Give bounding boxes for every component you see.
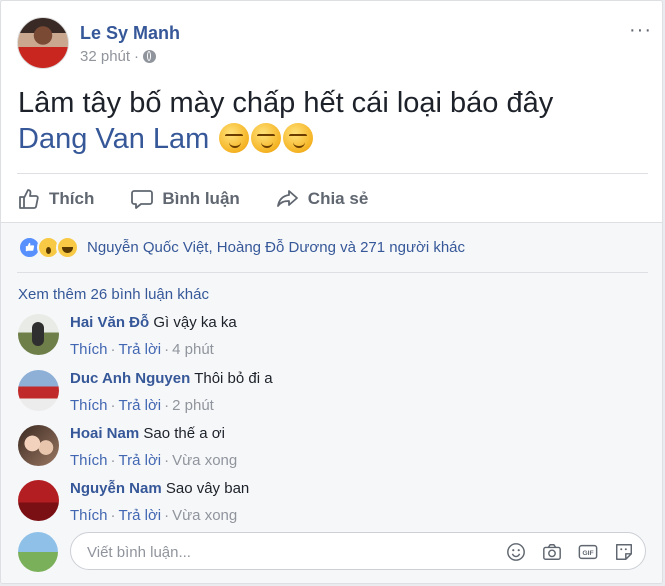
comment-body: Hai Văn Đỗ Gì vậy ka ka Thích · Trả lời · 4 … <box>70 314 237 358</box>
mention-link[interactable]: Dang Van Lam <box>18 123 209 155</box>
emoji-icon[interactable] <box>505 541 527 563</box>
comment-text: Gì vậy ka ka <box>153 314 237 331</box>
author-avatar[interactable] <box>17 17 69 69</box>
divider <box>17 272 648 273</box>
gif-icon[interactable]: GIF <box>577 541 599 563</box>
post-text: Lâm tây bố mày chấp hết cái loại báo đây… <box>18 85 648 157</box>
comment-actions: Thích · Trả lời · Vừa xong <box>70 507 249 524</box>
post-actions: Thích Bình luận Chia sẻ <box>17 183 648 215</box>
comment-line: Hoai Nam Sao thế a ơi <box>70 425 237 442</box>
camera-icon[interactable] <box>541 541 563 563</box>
comment-button[interactable]: Bình luận <box>130 183 240 215</box>
commenter-avatar[interactable] <box>18 425 59 466</box>
speech-bubble-icon <box>131 190 154 209</box>
share-button[interactable]: Chia sẻ <box>276 183 368 215</box>
emoji-group <box>217 123 314 155</box>
divider <box>17 173 648 174</box>
smirk-emoji-icon <box>251 123 282 153</box>
commenter-avatar[interactable] <box>18 480 59 521</box>
post-header: Le Sy Manh 32 phút · ··· <box>17 15 652 71</box>
more-options-icon[interactable]: ··· <box>629 19 652 42</box>
commenter-avatar[interactable] <box>18 370 59 411</box>
comment-item: Nguyễn Nam Sao vây ban Thích · Trả lời · Vừa… <box>18 480 648 530</box>
meta-separator: · <box>134 48 140 65</box>
comment-like-link[interactable]: Thích <box>70 507 108 524</box>
comment-line: Hai Văn Đỗ Gì vậy ka ka <box>70 314 237 331</box>
comment-item: Hoai Nam Sao thế a ơi Thích · Trả lời · Vừa … <box>18 425 648 475</box>
reactions-summary[interactable]: Nguyễn Quốc Việt, Hoàng Đỗ Dương và 271 … <box>18 235 465 259</box>
comment-reply-link[interactable]: Trả lời <box>119 507 162 524</box>
comment-input[interactable] <box>85 539 489 565</box>
comment-time[interactable]: 2 phút <box>172 397 214 414</box>
comment-body: Nguyễn Nam Sao vây ban Thích · Trả lời · Vừa… <box>70 480 249 524</box>
dot-separator: · <box>164 341 170 358</box>
commenter-name[interactable]: Hoai Nam <box>70 425 139 442</box>
comment-reply-link[interactable]: Trả lời <box>119 397 162 414</box>
comment-like-link[interactable]: Thích <box>70 341 108 358</box>
comment-actions: Thích · Trả lời · 4 phút <box>70 341 237 358</box>
comment-reply-link[interactable]: Trả lời <box>119 452 162 469</box>
comment-composer: GIF <box>18 530 648 574</box>
comment-like-link[interactable]: Thích <box>70 452 108 469</box>
smirk-emoji-icon <box>283 123 314 153</box>
sticker-icon[interactable] <box>613 541 635 563</box>
gif-label: GIF <box>582 550 593 557</box>
author-name[interactable]: Le Sy Manh <box>80 23 180 44</box>
dot-separator: · <box>110 397 116 414</box>
comment-item: Duc Anh Nguyen Thôi bỏ đi a Thích · Trả lờ… <box>18 370 648 420</box>
smirk-emoji-icon <box>219 123 250 153</box>
comment-time[interactable]: Vừa xong <box>172 507 237 524</box>
commenter-name[interactable]: Duc Anh Nguyen <box>70 370 190 387</box>
comment-text: Thôi bỏ đi a <box>194 370 273 387</box>
like-label: Thích <box>49 189 95 208</box>
comment-reply-link[interactable]: Trả lời <box>119 341 162 358</box>
post-time[interactable]: 32 phút <box>80 48 130 65</box>
comment-body: Hoai Nam Sao thế a ơi Thích · Trả lời · Vừa … <box>70 425 237 469</box>
post-card: Le Sy Manh 32 phút · ··· Lâm tây bố mày … <box>0 0 663 584</box>
comment-line: Duc Anh Nguyen Thôi bỏ đi a <box>70 370 273 387</box>
current-user-avatar <box>18 532 58 572</box>
like-button[interactable]: Thích <box>17 183 94 215</box>
globe-icon[interactable] <box>143 50 157 63</box>
view-more-comments-link[interactable]: Xem thêm 26 bình luận khác <box>18 286 209 303</box>
comment-actions: Thích · Trả lời · 2 phút <box>70 397 273 414</box>
dot-separator: · <box>164 452 170 469</box>
comment-actions: Thích · Trả lời · Vừa xong <box>70 452 237 469</box>
comment-line: Nguyễn Nam Sao vây ban <box>70 480 249 497</box>
comment-text: Sao thế a ơi <box>143 425 225 442</box>
comment-input-box[interactable]: GIF <box>70 532 646 570</box>
comment-like-link[interactable]: Thích <box>70 397 108 414</box>
dot-separator: · <box>110 341 116 358</box>
comment-label: Bình luận <box>162 189 240 208</box>
commenter-name[interactable]: Hai Văn Đỗ <box>70 314 149 331</box>
dot-separator: · <box>110 507 116 524</box>
dot-separator: · <box>164 397 170 414</box>
share-label: Chia sẻ <box>307 189 369 208</box>
post-meta: 32 phút · <box>80 48 157 65</box>
composer-tools: GIF <box>505 541 635 563</box>
thumbs-up-icon <box>19 189 39 209</box>
comment-text: Sao vây ban <box>165 480 250 497</box>
dot-separator: · <box>164 507 170 524</box>
reactions-text[interactable]: Nguyễn Quốc Việt, Hoàng Đỗ Dương và 271 … <box>87 239 465 256</box>
post-text-mention-line: Dang Van Lam <box>18 121 648 157</box>
comment-item: Hai Văn Đỗ Gì vậy ka ka Thích · Trả lời · 4 … <box>18 314 648 364</box>
comment-time[interactable]: 4 phút <box>172 341 214 358</box>
comment-time[interactable]: Vừa xong <box>172 452 237 469</box>
share-arrow-icon <box>276 190 298 207</box>
comment-body: Duc Anh Nguyen Thôi bỏ đi a Thích · Trả lờ… <box>70 370 273 414</box>
commenter-avatar[interactable] <box>18 314 59 355</box>
commenter-name[interactable]: Nguyễn Nam <box>70 480 162 497</box>
post-text-line: Lâm tây bố mày chấp hết cái loại báo đây <box>18 87 554 119</box>
dot-separator: · <box>110 452 116 469</box>
haha-icon <box>56 235 79 259</box>
